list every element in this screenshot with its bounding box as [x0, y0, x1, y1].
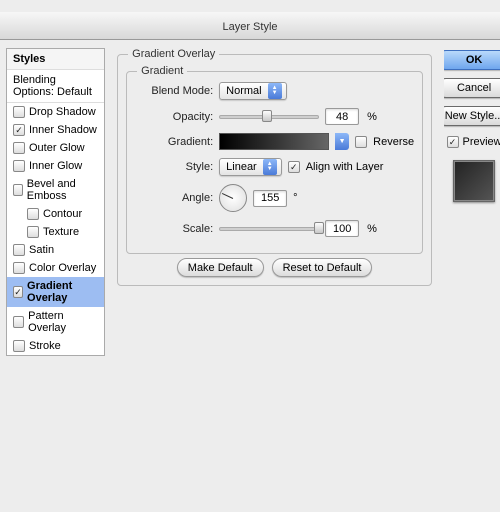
preview-checkbox[interactable] — [447, 136, 459, 148]
sidebar-item[interactable]: Satin — [7, 241, 104, 259]
panel-legend: Gradient Overlay — [128, 48, 219, 60]
sidebar-item-label: Satin — [29, 244, 54, 256]
sidebar-item-label: Stroke — [29, 340, 61, 352]
style-checkbox[interactable] — [13, 124, 25, 136]
make-default-button[interactable]: Make Default — [177, 258, 264, 277]
style-checkbox[interactable] — [13, 286, 23, 298]
gradient-label: Gradient: — [135, 136, 213, 148]
angle-input[interactable] — [253, 190, 287, 207]
sidebar-item[interactable]: Drop Shadow — [7, 103, 104, 121]
new-style-button[interactable]: New Style... — [444, 106, 500, 126]
sidebar-item[interactable]: Texture — [7, 223, 104, 241]
sidebar-item[interactable]: Stroke — [7, 337, 104, 355]
sidebar-item[interactable]: Color Overlay — [7, 259, 104, 277]
scale-label: Scale: — [135, 223, 213, 235]
sidebar-item-label: Inner Shadow — [29, 124, 97, 136]
angle-wheel[interactable] — [219, 184, 247, 212]
scale-input[interactable] — [325, 220, 359, 237]
angle-unit: ° — [293, 192, 297, 204]
sidebar-item[interactable]: Inner Glow — [7, 157, 104, 175]
gradient-swatch[interactable] — [219, 133, 329, 150]
sidebar-item[interactable]: Bevel and Emboss — [7, 175, 104, 205]
opacity-input[interactable] — [325, 108, 359, 125]
style-select[interactable]: Linear ▲▼ — [219, 158, 282, 176]
style-checkbox[interactable] — [27, 208, 39, 220]
opacity-unit: % — [367, 111, 377, 123]
style-checkbox[interactable] — [13, 184, 23, 196]
style-checkbox[interactable] — [13, 316, 24, 328]
layer-style-dialog: 网页教学网 www.webjx.com Layer Style Styles B… — [0, 12, 500, 512]
sidebar-item-label: Color Overlay — [29, 262, 96, 274]
align-checkbox[interactable] — [288, 161, 300, 173]
gradient-legend: Gradient — [137, 65, 187, 77]
ok-button[interactable]: OK — [444, 50, 500, 70]
titlebar: Layer Style — [0, 12, 500, 40]
blend-mode-select[interactable]: Normal ▲▼ — [219, 82, 286, 100]
sidebar-item-label: Pattern Overlay — [28, 310, 98, 334]
reset-default-button[interactable]: Reset to Default — [272, 258, 373, 277]
style-label: Style: — [135, 161, 213, 173]
opacity-label: Opacity: — [135, 111, 213, 123]
window-title: Layer Style — [222, 21, 277, 33]
sidebar-item[interactable]: Pattern Overlay — [7, 307, 104, 337]
sidebar-item-label: Bevel and Emboss — [27, 178, 98, 202]
reverse-label: Reverse — [373, 136, 414, 148]
style-checkbox[interactable] — [13, 160, 25, 172]
sidebar-item-label: Contour — [43, 208, 82, 220]
opacity-slider[interactable] — [219, 110, 319, 124]
dialog-buttons: OK Cancel New Style... Preview — [444, 48, 500, 356]
sidebar-item-label: Inner Glow — [29, 160, 82, 172]
gradient-overlay-panel: Gradient Overlay Gradient Blend Mode: No… — [113, 48, 436, 356]
style-checkbox[interactable] — [13, 262, 25, 274]
sidebar-item[interactable]: Outer Glow — [7, 139, 104, 157]
style-checkbox[interactable] — [13, 106, 25, 118]
preview-swatch — [453, 160, 495, 202]
sidebar-item-label: Gradient Overlay — [27, 280, 98, 304]
chevron-updown-icon: ▲▼ — [263, 159, 277, 175]
sidebar-item-label: Drop Shadow — [29, 106, 96, 118]
scale-slider[interactable] — [219, 222, 319, 236]
angle-label: Angle: — [135, 192, 213, 204]
sidebar-item-label: Texture — [43, 226, 79, 238]
style-checkbox[interactable] — [27, 226, 39, 238]
sidebar-header[interactable]: Styles — [7, 49, 104, 70]
styles-sidebar: Styles Blending Options: Default Drop Sh… — [6, 48, 105, 356]
align-label: Align with Layer — [306, 161, 384, 173]
preview-label: Preview — [463, 136, 500, 148]
blend-mode-label: Blend Mode: — [135, 85, 213, 97]
sidebar-item[interactable]: Contour — [7, 205, 104, 223]
cancel-button[interactable]: Cancel — [444, 78, 500, 98]
blending-options[interactable]: Blending Options: Default — [7, 70, 104, 103]
sidebar-item-label: Outer Glow — [29, 142, 85, 154]
reverse-checkbox[interactable] — [355, 136, 367, 148]
chevron-updown-icon: ▲▼ — [268, 83, 282, 99]
gradient-dropdown-icon[interactable]: ▼ — [335, 133, 349, 150]
style-checkbox[interactable] — [13, 244, 25, 256]
style-checkbox[interactable] — [13, 142, 25, 154]
scale-unit: % — [367, 223, 377, 235]
sidebar-item[interactable]: Inner Shadow — [7, 121, 104, 139]
style-checkbox[interactable] — [13, 340, 25, 352]
sidebar-item[interactable]: Gradient Overlay — [7, 277, 104, 307]
